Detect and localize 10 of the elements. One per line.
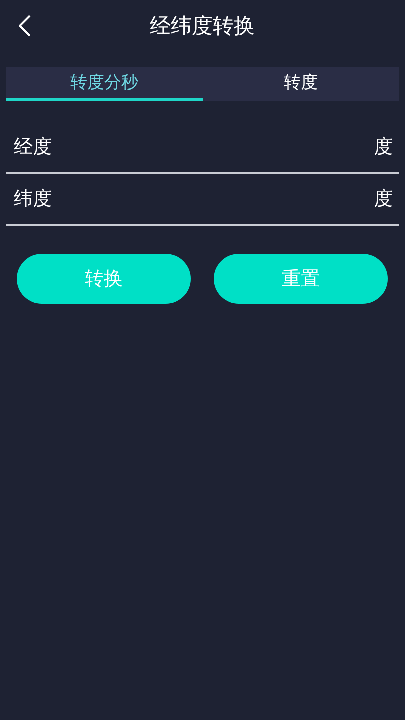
unit-label: 度	[374, 135, 393, 160]
input-field[interactable]: 纬度 度	[6, 174, 399, 226]
field-label: 经度	[14, 135, 52, 160]
field-label: 纬度	[14, 187, 52, 212]
back-icon[interactable]	[19, 15, 31, 37]
input-field[interactable]: 经度 度	[6, 122, 399, 174]
tab[interactable]: 转度	[202, 67, 399, 101]
tab[interactable]: 转度分秒	[6, 67, 202, 101]
unit-label: 度	[374, 187, 393, 212]
page-title: 经纬度转换	[150, 13, 255, 40]
